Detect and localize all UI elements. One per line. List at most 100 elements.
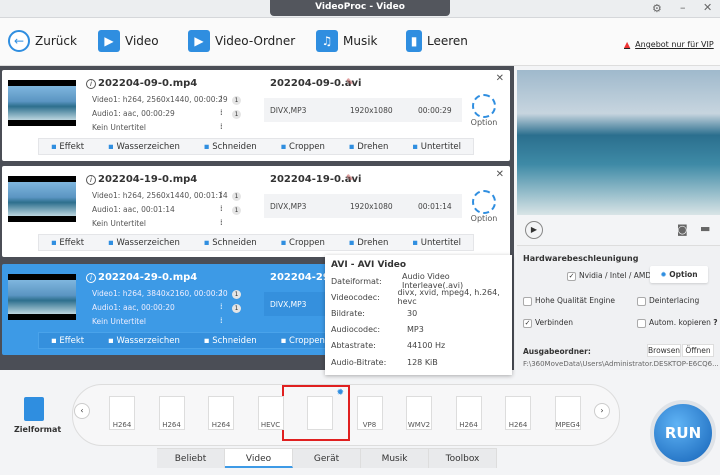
edit-pencil-icon[interactable]: ✎: [346, 174, 354, 184]
gpu-checkbox[interactable]: ✓ Nvidia / Intel / AMD: [567, 271, 651, 281]
subtitle-info: Kein Untertitel: [92, 123, 146, 132]
output-folder-label: Ausgabeordner:: [523, 347, 591, 356]
output-info: DIVX,MP3 1920x1080 00:01:14: [264, 194, 462, 218]
track-menu-icon[interactable]: ⁞: [220, 316, 223, 325]
autocopy-checkbox[interactable]: Autom. kopieren ?: [637, 318, 718, 328]
track-menu-icon[interactable]: ⁞: [220, 204, 223, 213]
track-count-badge: 1: [232, 192, 241, 201]
action-drehen[interactable]: Drehen: [349, 238, 388, 248]
format-item-avi[interactable]: AVI ✹: [304, 388, 344, 432]
file-card[interactable]: i 202204-19-0.mp4 Video1: h264, 2560x1440,…: [2, 166, 510, 257]
track-menu-icon[interactable]: ⁞: [220, 94, 223, 103]
file-card[interactable]: i 202204-09-0.mp4 Video1: h264, 2560x1440,…: [2, 70, 510, 161]
merge-checkbox[interactable]: ✓ Verbinden: [523, 318, 573, 328]
action-croppen[interactable]: Croppen: [281, 336, 325, 346]
track-menu-icon[interactable]: ⁞: [220, 122, 223, 131]
track-menu-icon[interactable]: ⁞: [220, 218, 223, 227]
open-folder-icon[interactable]: ▬: [700, 222, 710, 235]
format-item-m4v[interactable]: M4V H264: [502, 396, 534, 432]
tooltip-value: 128 KiB: [407, 357, 438, 367]
format-item-mp4[interactable]: MP4 MPEG4: [552, 396, 584, 432]
tab-toolbox[interactable]: Toolbox: [429, 449, 497, 468]
track-menu-icon[interactable]: ⁞: [220, 288, 223, 297]
thumbnail-image: [8, 182, 76, 216]
format-item-webm[interactable]: WEBM VP8: [354, 396, 386, 432]
action-schneiden[interactable]: Schneiden: [204, 336, 256, 346]
vip-offer-link[interactable]: ▲ Angebot nur für VIP: [624, 40, 714, 49]
codec-option-button[interactable]: Option: [468, 190, 500, 223]
format-item-mp4[interactable]: MP4 HEVC: [255, 396, 287, 432]
format-item-wmv[interactable]: WMV WMV2: [403, 396, 435, 432]
action-untertitel[interactable]: Untertitel: [412, 238, 461, 248]
action-effekt[interactable]: Effekt: [51, 142, 84, 152]
format-item-mkv[interactable]: MKV H264: [156, 396, 188, 432]
run-button[interactable]: RUN: [650, 400, 716, 466]
scroll-left-button[interactable]: ‹: [74, 403, 90, 419]
tab-musik[interactable]: Musik: [361, 449, 429, 468]
remove-file-button[interactable]: ✕: [496, 169, 504, 180]
action-wasserzeichen[interactable]: Wasserzeichen: [108, 238, 179, 248]
minimize-button[interactable]: –: [680, 1, 686, 14]
remove-file-button[interactable]: ✕: [496, 73, 504, 84]
action-drehen[interactable]: Drehen: [349, 142, 388, 152]
source-filename: 202204-29-0.mp4: [98, 272, 198, 283]
add-folder-button[interactable]: ▶ Video-Ordner: [188, 30, 295, 52]
track-menu-icon[interactable]: ⁞: [220, 108, 223, 117]
action-wasserzeichen[interactable]: Wasserzeichen: [108, 336, 179, 346]
tooltip-title: AVI - AVI Video: [331, 260, 407, 270]
action-schneiden[interactable]: Schneiden: [204, 238, 256, 248]
video-track-info: Video1: h264, 2560x1440, 00:00:29: [92, 95, 228, 104]
browse-button[interactable]: Browsen: [647, 344, 681, 357]
open-button[interactable]: Öffnen: [682, 344, 714, 357]
action-croppen[interactable]: Croppen: [281, 142, 325, 152]
help-icon[interactable]: ?: [713, 318, 717, 327]
autocopy-label: Autom. kopieren: [649, 318, 711, 327]
format-item-4k[interactable]: 4K H264: [205, 396, 237, 432]
tab-gerät[interactable]: Gerät: [293, 449, 361, 468]
back-button[interactable]: ← Zurück: [8, 30, 77, 52]
edit-actions: Effekt Wasserzeichen Schneiden Croppen Drehe…: [38, 234, 474, 251]
action-croppen[interactable]: Croppen: [281, 238, 325, 248]
hw-option-button[interactable]: ✹ Option: [650, 266, 708, 283]
tooltip-row: Audiocodec: MP3: [331, 322, 506, 338]
play-button[interactable]: ▶: [525, 221, 543, 239]
action-untertitel[interactable]: Untertitel: [412, 142, 461, 152]
format-settings-gear-icon[interactable]: ✹: [336, 388, 344, 398]
track-menu-icon[interactable]: ⁞: [220, 190, 223, 199]
hw-accel-label: Hardwarebeschleunigung: [523, 254, 639, 263]
format-item-mp4[interactable]: MP4 H264: [106, 396, 138, 432]
track-menu-icon[interactable]: ⁞: [220, 302, 223, 311]
tooltip-value: MP3: [407, 325, 424, 335]
deinterlacing-checkbox[interactable]: Deinterlacing: [637, 296, 699, 306]
info-icon[interactable]: i: [86, 79, 96, 89]
add-folder-label: Video-Ordner: [215, 34, 296, 48]
info-icon[interactable]: i: [86, 175, 96, 185]
track-count-badge: 1: [232, 96, 241, 105]
close-window-button[interactable]: ✕: [703, 1, 712, 14]
clear-button[interactable]: ▮ Leeren: [406, 30, 468, 52]
action-wasserzeichen[interactable]: Wasserzeichen: [108, 142, 179, 152]
track-count-badge: 1: [232, 206, 241, 215]
add-music-button[interactable]: ♫ Musik: [316, 30, 378, 52]
video-track-info: Video1: h264, 2560x1440, 00:01:14: [92, 191, 228, 200]
scroll-right-button[interactable]: ›: [594, 403, 610, 419]
info-icon[interactable]: i: [86, 273, 96, 283]
source-filename: 202204-19-0.mp4: [98, 174, 198, 185]
format-item-mov[interactable]: MOV H264: [453, 396, 485, 432]
hq-engine-checkbox[interactable]: Hohe Qualität Engine: [523, 296, 615, 306]
output-info: DIVX,MP3 1920x1080 00:00:29: [264, 98, 462, 122]
action-schneiden[interactable]: Schneiden: [204, 142, 256, 152]
codec-option-button[interactable]: Option: [468, 94, 500, 127]
add-video-label: Video: [125, 34, 159, 48]
action-effekt[interactable]: Effekt: [51, 238, 84, 248]
tab-beliebt[interactable]: Beliebt: [157, 449, 225, 468]
tab-video[interactable]: Video: [225, 449, 293, 468]
output-duration: 00:00:29: [418, 106, 452, 115]
audio-track-info: Audio1: aac, 00:00:29: [92, 109, 175, 118]
settings-gear-icon[interactable]: ⚙: [652, 2, 662, 15]
add-video-button[interactable]: ▶ Video: [98, 30, 159, 52]
action-effekt[interactable]: Effekt: [51, 336, 84, 346]
snapshot-camera-icon[interactable]: ◙: [677, 223, 688, 236]
tooltip-row: Videocodec: divx, xvid, mpeg4, h.264, hev…: [331, 288, 506, 306]
edit-pencil-icon[interactable]: ✎: [346, 78, 354, 88]
